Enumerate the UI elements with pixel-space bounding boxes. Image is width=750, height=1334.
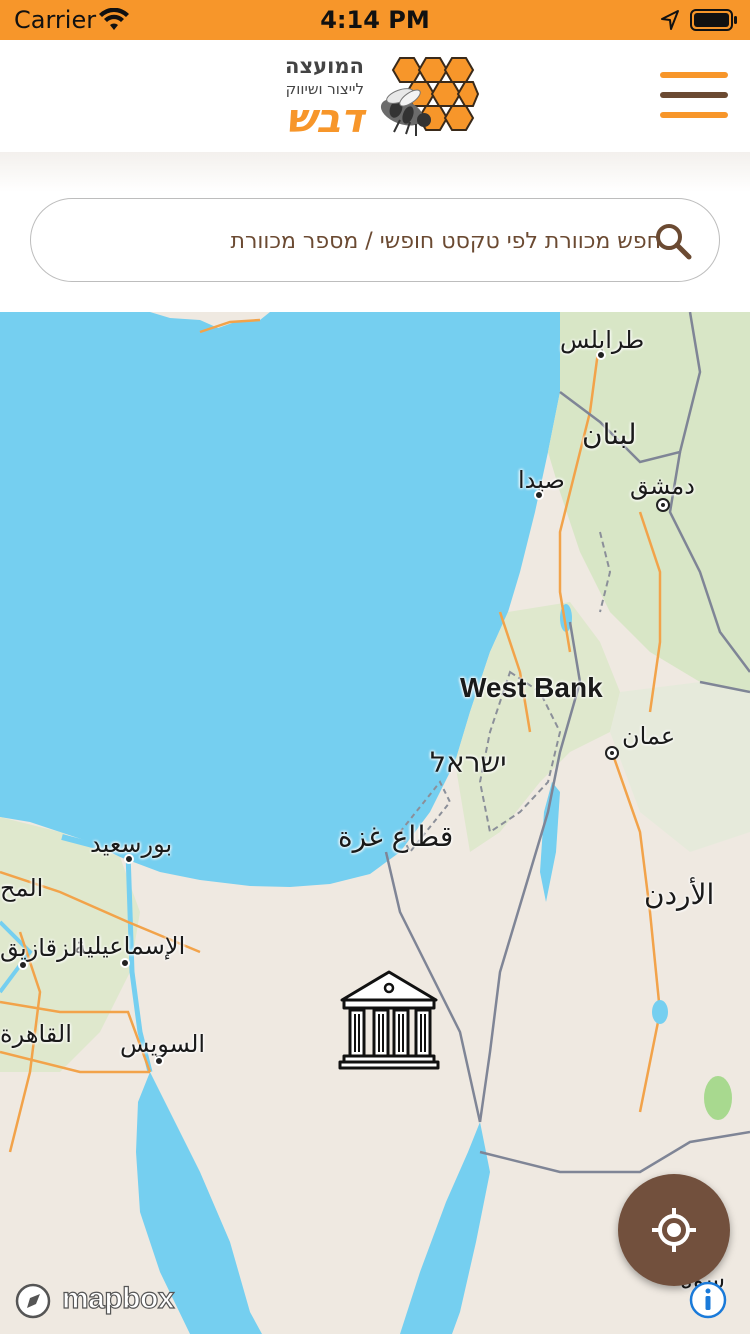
search-bar[interactable] — [30, 198, 720, 283]
search-area — [0, 152, 750, 312]
mapbox-wordmark: mapbox — [61, 1281, 175, 1315]
honeycomb-bee-icon — [380, 57, 480, 136]
place-label: لبنان — [582, 418, 637, 451]
clock: 4:14 PM — [320, 6, 430, 34]
institution-marker-icon[interactable] — [338, 968, 440, 1072]
menu-line — [660, 92, 728, 98]
hamburger-menu-button[interactable] — [660, 72, 728, 120]
place-label: West Bank — [460, 672, 603, 703]
city-dot — [596, 350, 606, 360]
menu-line — [660, 112, 728, 118]
place-label: الإسماعيلية — [74, 932, 186, 960]
place-label: قطاع غزة — [338, 820, 454, 853]
map-view[interactable]: طرابلس لبنان صيدا دمشق West Bank عمان יש… — [0, 312, 750, 1334]
mapbox-mark-icon — [15, 1283, 51, 1319]
location-arrow-icon — [661, 10, 679, 30]
place-label: المح — [0, 874, 44, 902]
place-label: الزقازيق — [0, 934, 85, 962]
place-label: القاهرة — [0, 1020, 72, 1048]
city-dot — [120, 958, 130, 968]
place-label: السويس — [120, 1030, 206, 1058]
place-label: دمشق — [630, 472, 695, 500]
place-label: ישראל — [430, 746, 507, 779]
place-label: الأردن — [644, 878, 715, 911]
city-dot — [154, 1056, 164, 1066]
city-dot — [18, 960, 28, 970]
logo-title: המועצה — [285, 54, 364, 78]
city-dot — [124, 854, 134, 864]
logo-name: דבש — [286, 96, 364, 142]
search-input[interactable] — [61, 199, 661, 283]
status-bar: Carrier 4:14 PM — [0, 0, 750, 40]
capital-dot — [656, 498, 670, 512]
battery-icon — [690, 9, 737, 31]
menu-line — [660, 72, 728, 78]
capital-dot — [605, 746, 619, 760]
locate-me-button[interactable] — [618, 1174, 730, 1286]
place-label: عمان — [622, 722, 676, 750]
search-icon[interactable] — [653, 221, 693, 261]
mapbox-logo[interactable]: mapbox — [14, 1280, 194, 1320]
honey-board-logo[interactable]: המועצה לייצור ושיווק דבש — [270, 52, 480, 142]
app-header: המועצה לייצור ושיווק דבש — [0, 40, 750, 152]
crosshair-icon — [652, 1208, 696, 1252]
info-icon[interactable] — [688, 1280, 728, 1320]
city-dot — [534, 490, 544, 500]
